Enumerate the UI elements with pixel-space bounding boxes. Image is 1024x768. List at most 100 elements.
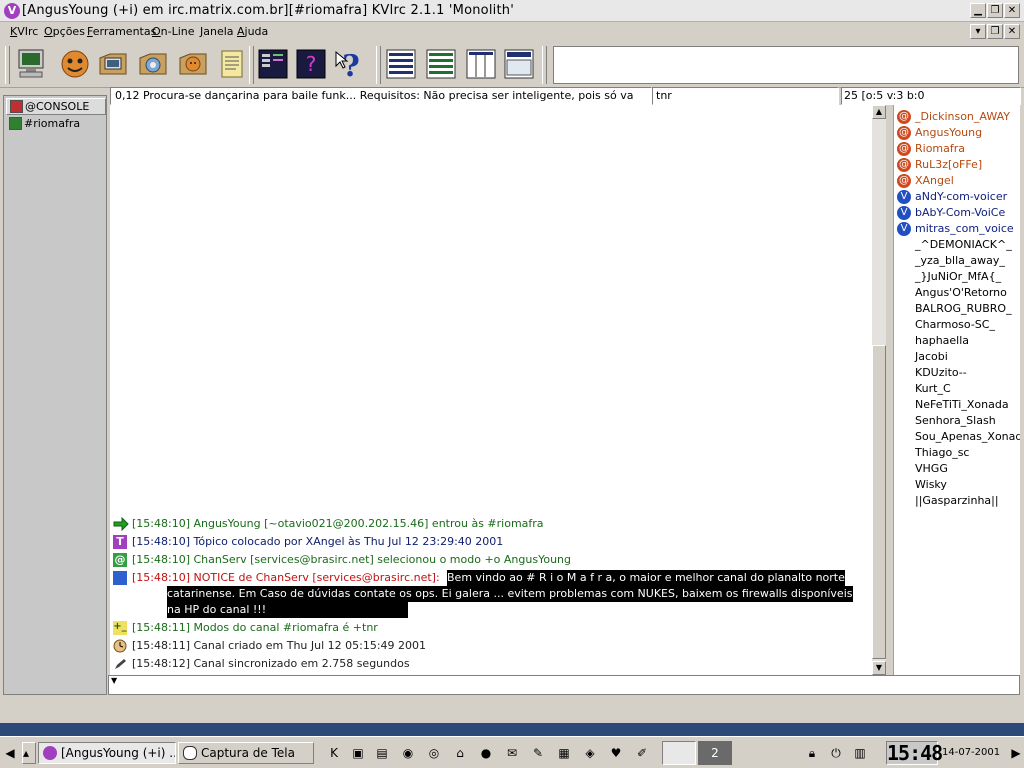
power-icon[interactable]: ⏻ bbox=[828, 745, 844, 761]
mdi-maximize-icon[interactable]: ❐ bbox=[987, 24, 1003, 39]
user-item[interactable]: VHGG bbox=[894, 461, 1020, 477]
output-scrollbar[interactable]: ▲ ▼ bbox=[872, 105, 886, 675]
scroll-thumb[interactable] bbox=[872, 345, 886, 659]
task-kvirc[interactable]: [AngusYoung (+i) ... bbox=[38, 742, 176, 764]
calendar-icon[interactable]: ▦ bbox=[556, 745, 572, 761]
op-badge-icon: @ bbox=[897, 126, 911, 140]
channel-mode-field[interactable]: 25 [o:5 v:3 b:0 bbox=[841, 87, 1021, 105]
monitor-icon[interactable] bbox=[14, 46, 48, 82]
mdi-close-icon[interactable]: ✕ bbox=[1004, 24, 1020, 39]
task-screenshot[interactable]: Captura de Tela bbox=[178, 742, 314, 764]
desktop-1-button[interactable] bbox=[662, 741, 696, 765]
user-item[interactable]: VbAbY-Com-VoiCe bbox=[894, 205, 1020, 221]
home-icon[interactable]: ⌂ bbox=[452, 745, 468, 761]
user-list[interactable]: @ _Dickinson_AWAY @ AngusYoung @ Riomafra @… bbox=[893, 105, 1020, 695]
layout-1-icon[interactable] bbox=[384, 46, 418, 82]
user-item[interactable]: Kurt_C bbox=[894, 381, 1020, 397]
kde-icon[interactable]: K bbox=[326, 745, 342, 761]
window-title: [AngusYoung (+i) em irc.matrix.com.br][#… bbox=[22, 3, 514, 18]
topic-secondary[interactable]: tnr bbox=[652, 87, 839, 105]
notes-icon[interactable] bbox=[214, 46, 248, 82]
maximize-icon[interactable]: ❐ bbox=[987, 3, 1003, 18]
close-icon[interactable]: ✕ bbox=[1004, 3, 1020, 18]
help-icon[interactable]: ? bbox=[332, 46, 366, 84]
browser-icon[interactable]: ◉ bbox=[400, 745, 416, 761]
toolbar-grip[interactable] bbox=[5, 46, 10, 84]
user-item[interactable]: Jacobi bbox=[894, 349, 1020, 365]
scroll-down-icon[interactable]: ▼ bbox=[872, 661, 886, 675]
user-item[interactable]: ||Gasparzinha|| bbox=[894, 493, 1020, 509]
taskbar-scroll-left-icon[interactable]: ◀ bbox=[2, 745, 18, 761]
mail-icon[interactable]: ✉ bbox=[504, 745, 520, 761]
computer-icon[interactable] bbox=[96, 46, 130, 82]
user-item[interactable]: VaNdY-com-voicer bbox=[894, 189, 1020, 205]
user-item[interactable]: @ AngusYoung bbox=[894, 125, 1020, 141]
user-item[interactable]: Vmitras_com_voice bbox=[894, 221, 1020, 237]
notice-highlight: na HP do canal !!! bbox=[167, 602, 409, 618]
desktop-background bbox=[0, 723, 1024, 736]
window-item-channel[interactable]: #riomafra bbox=[6, 116, 106, 133]
user-item[interactable]: Charmoso-SC_ bbox=[894, 317, 1020, 333]
notice-highlight: Bem vindo ao # R i o M a f r a, o maior … bbox=[447, 570, 845, 586]
minimize-icon[interactable]: ▁ bbox=[970, 3, 986, 18]
lifebuoy-icon[interactable]: ◎ bbox=[426, 745, 442, 761]
user-name: haphaella bbox=[915, 334, 970, 347]
menu-ferramentas[interactable]: Ferramentas bbox=[87, 25, 156, 38]
user-item[interactable]: _}JuNiOr_MfA{_ bbox=[894, 269, 1020, 285]
user-item[interactable]: Senhora_Slash bbox=[894, 413, 1020, 429]
user-item[interactable]: @ Riomafra bbox=[894, 141, 1020, 157]
script-icon[interactable]: ? bbox=[294, 46, 328, 82]
editor-icon[interactable]: ✎ bbox=[530, 745, 546, 761]
task-label: [AngusYoung (+i) ... bbox=[61, 746, 176, 760]
user-item[interactable]: @ _Dickinson_AWAY bbox=[894, 109, 1020, 125]
user-item[interactable]: @ RuL3z[oFFe] bbox=[894, 157, 1020, 173]
layout-4-icon[interactable] bbox=[502, 46, 536, 82]
paint-icon[interactable]: ✐ bbox=[634, 745, 650, 761]
gear-icon[interactable] bbox=[136, 46, 170, 82]
layout-2-icon[interactable] bbox=[424, 46, 458, 82]
user-item[interactable]: NeFeTiTi_Xonada bbox=[894, 397, 1020, 413]
user-item[interactable]: haphaella bbox=[894, 333, 1020, 349]
mdi-restore-icon[interactable]: ▾ bbox=[970, 24, 986, 39]
clock[interactable]: 15:48 bbox=[886, 741, 943, 765]
taskbar-scroll-right-icon[interactable]: ▶ bbox=[1008, 745, 1024, 761]
user-item[interactable]: Sou_Apenas_Xonada bbox=[894, 429, 1020, 445]
terminal-icon[interactable] bbox=[256, 46, 290, 82]
user-item[interactable]: BALROG_RUBRO_ bbox=[894, 301, 1020, 317]
user-item[interactable]: Angus'O'Retorno bbox=[894, 285, 1020, 301]
clipboard-icon[interactable]: ▥ bbox=[852, 745, 868, 761]
menu-online[interactable]: On-Line bbox=[152, 25, 195, 38]
network-icon[interactable]: ◈ bbox=[582, 745, 598, 761]
menu-janela[interactable]: Janela bbox=[200, 25, 234, 38]
layout-3-icon[interactable] bbox=[464, 46, 498, 82]
face-icon[interactable] bbox=[58, 46, 92, 82]
terminal-launch-icon[interactable]: ▤ bbox=[374, 745, 390, 761]
user-item[interactable]: Wisky bbox=[894, 477, 1020, 493]
menu-kvirc[interactable]: KVIrc bbox=[10, 25, 38, 38]
menu-opcoes[interactable]: Opções bbox=[44, 25, 85, 38]
user-icon[interactable] bbox=[176, 46, 210, 82]
chat-output[interactable]: [15:48:10] AngusYoung [~otavio021@200.20… bbox=[110, 105, 872, 675]
lock-icon[interactable]: 🔒︎ bbox=[804, 745, 820, 761]
svg-text:?: ? bbox=[342, 49, 360, 82]
shell-icon[interactable]: ▣ bbox=[350, 745, 366, 761]
user-item[interactable]: _^DEMONIACK^_ bbox=[894, 237, 1020, 253]
message-input[interactable]: ▼ bbox=[108, 675, 1020, 695]
user-item[interactable]: Thiago_sc bbox=[894, 445, 1020, 461]
window-item-console[interactable]: @CONSOLE bbox=[6, 98, 106, 115]
user-item[interactable]: _yza_blla_away_ bbox=[894, 253, 1020, 269]
kvirc-app-icon[interactable]: V bbox=[4, 3, 20, 19]
user-item[interactable]: KDUzito-- bbox=[894, 365, 1020, 381]
op-icon: @ bbox=[113, 553, 127, 567]
globe-icon[interactable]: ● bbox=[478, 745, 494, 761]
task-menu-icon[interactable]: ▴ bbox=[22, 742, 36, 764]
user-name: Sou_Apenas_Xonada bbox=[915, 430, 1020, 443]
menu-ajuda[interactable]: Ajuda bbox=[237, 25, 268, 38]
user-item[interactable]: @ XAngel bbox=[894, 173, 1020, 189]
topic-field[interactable]: 0,12 Procura-se dançarina para baile fun… bbox=[110, 87, 652, 105]
message-line: +_ [15:48:11] Modos do canal #riomafra é… bbox=[110, 620, 870, 636]
task-label: Captura de Tela bbox=[201, 746, 295, 760]
heart-icon[interactable]: ♥ bbox=[608, 745, 624, 761]
scroll-up-icon[interactable]: ▲ bbox=[872, 105, 886, 119]
desktop-2-button[interactable]: 2 bbox=[698, 741, 732, 765]
